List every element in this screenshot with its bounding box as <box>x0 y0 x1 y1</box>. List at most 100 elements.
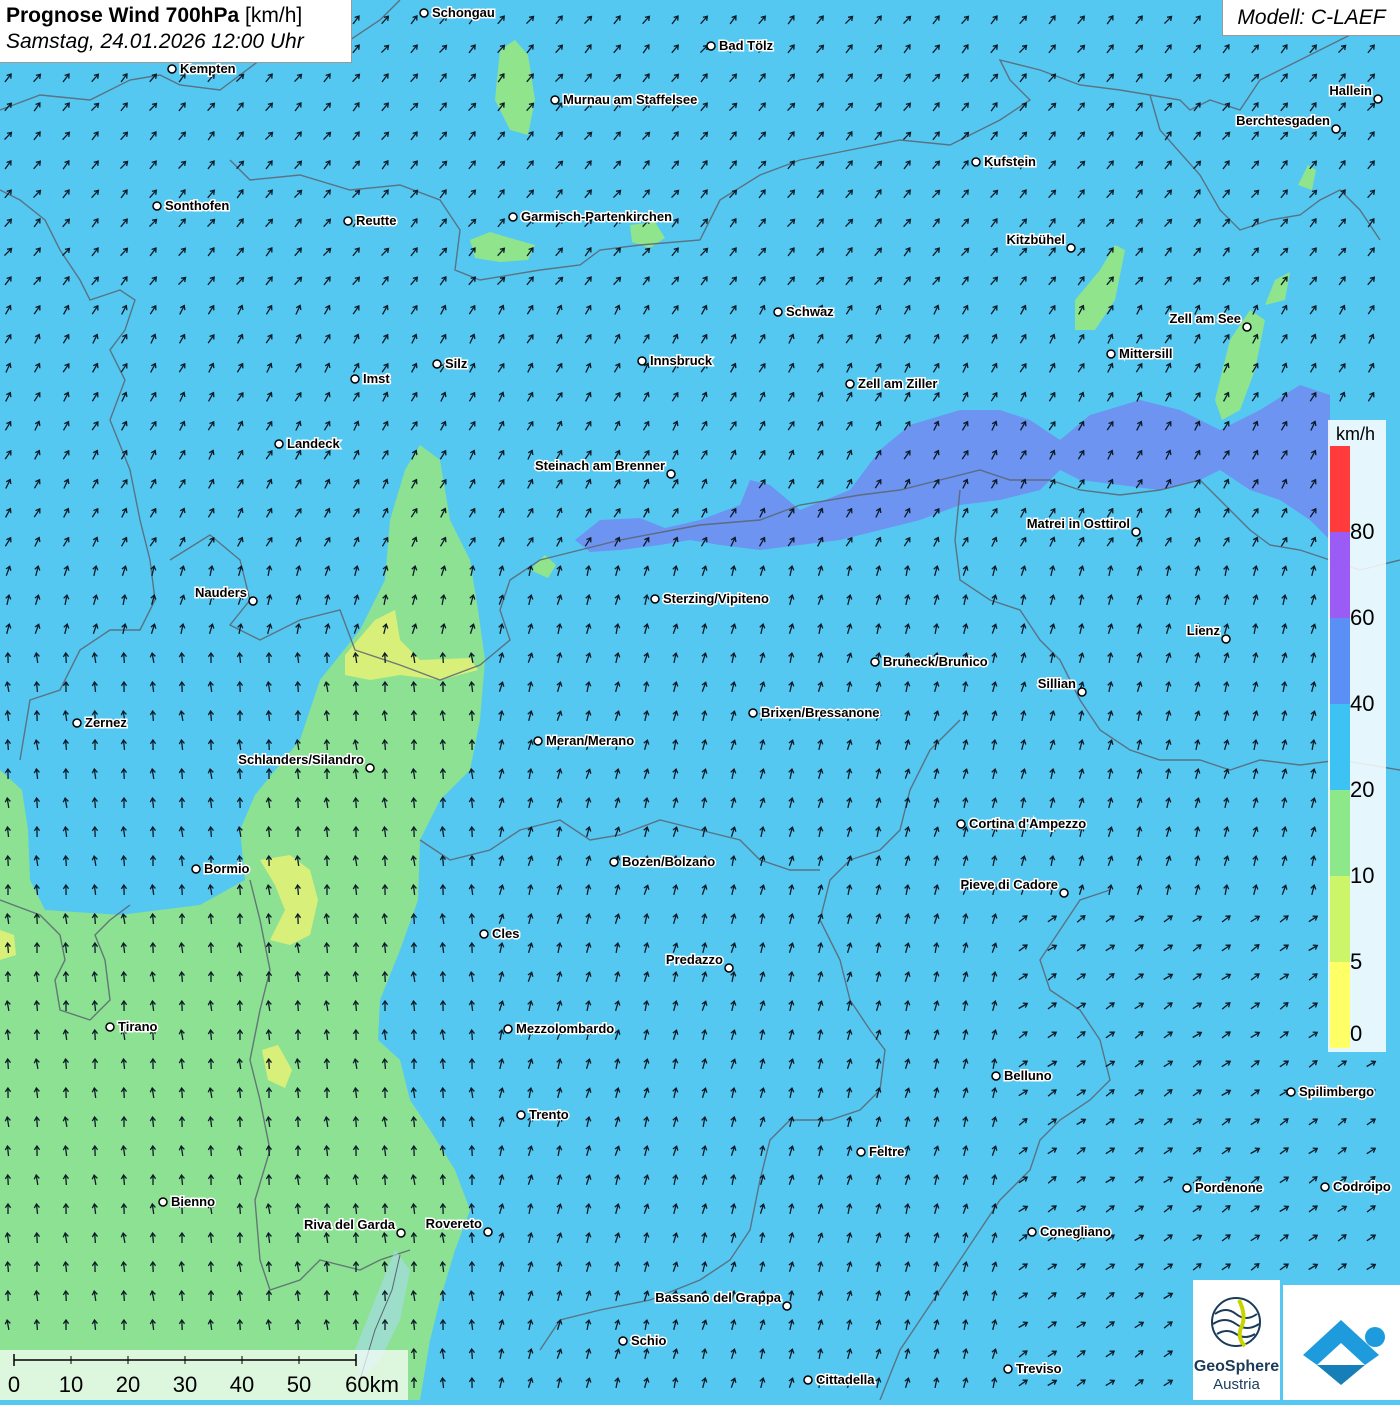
city-cortina-d-ampezzo[interactable]: Cortina d'Ampezzo <box>956 815 1088 833</box>
city-garmisch-partenkirchen[interactable]: Garmisch-Partenkirchen <box>508 208 674 226</box>
city-label: Bienno <box>171 1194 215 1209</box>
city-dot <box>550 95 560 105</box>
city-dot <box>419 8 429 18</box>
city-label: Sterzing/Vipiteno <box>663 591 769 606</box>
city-dot <box>533 736 543 746</box>
city-dot <box>1242 322 1252 332</box>
city-label: Cles <box>492 926 519 941</box>
city-label: Lienz <box>1187 623 1221 638</box>
city-label: Schio <box>631 1333 666 1348</box>
scale-label-50: 50 <box>286 1372 312 1397</box>
city-dot <box>724 963 734 973</box>
map-title-unit: [km/h] <box>245 4 303 27</box>
model-label: Modell: C-LAEF <box>1222 0 1400 36</box>
city-label: Sillian <box>1038 676 1076 691</box>
city-dot <box>152 201 162 211</box>
city-dot <box>1182 1183 1192 1193</box>
city-label: Meran/Merano <box>546 733 634 748</box>
legend-tick-60: 60 <box>1350 605 1375 630</box>
city-label: Cortina d'Ampezzo <box>969 816 1086 831</box>
city-conegliano[interactable]: Conegliano <box>1027 1223 1112 1241</box>
city-dot <box>748 708 758 718</box>
legend-tick-40: 40 <box>1350 691 1375 716</box>
city-label: Kempten <box>180 61 236 76</box>
legend-swatch-4 <box>1330 790 1350 876</box>
city-label: Steinach am Brenner <box>535 458 665 473</box>
app-logo[interactable] <box>1283 1285 1400 1400</box>
city-dot <box>105 1022 115 1032</box>
city-dot <box>870 657 880 667</box>
city-sterzing-vipiteno[interactable]: Sterzing/Vipiteno <box>650 590 770 608</box>
city-bozen-bolzano[interactable]: Bozen/Bolzano <box>609 853 717 871</box>
city-dot <box>72 718 82 728</box>
city-dot <box>1221 634 1231 644</box>
city-dot <box>248 596 258 606</box>
city-pordenone[interactable]: Pordenone <box>1182 1179 1264 1197</box>
city-label: Schwaz <box>786 304 834 319</box>
city-meran-merano[interactable]: Meran/Merano <box>533 732 636 750</box>
city-dot <box>1331 124 1341 134</box>
city-dot <box>350 374 360 384</box>
legend-tick-10: 10 <box>1350 863 1375 888</box>
city-label: Riva del Garda <box>304 1217 396 1232</box>
city-zell-am-ziller[interactable]: Zell am Ziller <box>845 375 939 393</box>
city-brixen-bressanone[interactable]: Brixen/Bressanone <box>748 704 881 722</box>
city-dot <box>432 359 442 369</box>
city-label: Tirano <box>118 1019 158 1034</box>
city-label: Cittadella <box>816 1372 875 1387</box>
city-dot <box>396 1228 406 1238</box>
geosphere-name: GeoSphere <box>1193 1358 1280 1375</box>
city-label: Sonthofen <box>165 198 229 213</box>
city-murnau-am-staffelsee[interactable]: Murnau am Staffelsee <box>550 91 699 109</box>
city-label: Treviso <box>1016 1361 1062 1376</box>
scale-label-40: 40 <box>229 1372 255 1397</box>
city-dot <box>845 379 855 389</box>
city-label: Kitzbühel <box>1007 232 1066 247</box>
geosphere-country: Austria <box>1213 1376 1260 1393</box>
wind-map[interactable]: Schongau Bad Tölz Kempten Murnau am Staffel… <box>0 0 1400 1400</box>
city-dot <box>343 216 353 226</box>
map-title: Prognose Wind 700hPa [km/h] <box>6 4 345 28</box>
city-dot <box>483 1227 493 1237</box>
city-label: Matrei in Osttirol <box>1027 516 1130 531</box>
city-label: Nauders <box>195 585 247 600</box>
city-label: Conegliano <box>1040 1224 1111 1239</box>
city-label: Pordenone <box>1195 1180 1263 1195</box>
city-dot <box>191 864 201 874</box>
city-dot <box>856 1147 866 1157</box>
legend-swatch-3 <box>1330 704 1350 790</box>
city-bruneck-brunico[interactable]: Bruneck/Brunico <box>870 653 989 671</box>
city-dot <box>503 1024 513 1034</box>
scale-label-10: 10 <box>58 1372 84 1397</box>
scale-label-20: 20 <box>115 1372 141 1397</box>
geosphere-logo[interactable]: GeoSphere Austria <box>1193 1280 1280 1400</box>
city-label: Mittersill <box>1119 346 1172 361</box>
city-label: Zell am Ziller <box>858 376 937 391</box>
forecast-date: Samstag, 24.01.2026 12:00 Uhr <box>6 30 304 53</box>
city-label: Reutte <box>356 213 396 228</box>
city-label: Codroipo <box>1333 1179 1391 1194</box>
city-mezzolombardo[interactable]: Mezzolombardo <box>503 1020 616 1038</box>
city-dot <box>609 857 619 867</box>
city-label: Spilimbergo <box>1299 1084 1374 1099</box>
city-label: Imst <box>363 371 390 386</box>
legend-tick-5: 5 <box>1350 949 1363 974</box>
legend-swatch-0 <box>1330 446 1350 532</box>
city-label: Landeck <box>287 436 341 451</box>
city-label: Bruneck/Brunico <box>883 654 988 669</box>
city-dot <box>782 1301 792 1311</box>
city-dot <box>956 819 966 829</box>
city-sonthofen[interactable]: Sonthofen <box>152 197 231 215</box>
city-dot <box>1373 94 1383 104</box>
city-dot <box>1059 888 1069 898</box>
city-spilimbergo[interactable]: Spilimbergo <box>1286 1083 1376 1101</box>
cloud-arrow-icon <box>1303 1320 1385 1385</box>
city-label: Pieve di Cadore <box>960 877 1058 892</box>
map-title-main: Prognose Wind 700hPa <box>6 4 240 27</box>
city-schongau[interactable]: Schongau <box>419 4 496 22</box>
city-dot <box>158 1197 168 1207</box>
city-label: Bassano del Grappa <box>655 1290 781 1305</box>
city-dot <box>666 469 676 479</box>
city-innsbruck[interactable]: Innsbruck <box>637 352 714 370</box>
city-label: Murnau am Staffelsee <box>563 92 697 107</box>
